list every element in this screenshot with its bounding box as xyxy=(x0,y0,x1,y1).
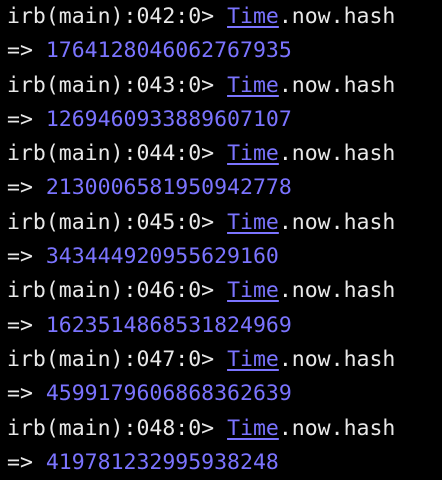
method-chain: .now.hash xyxy=(278,415,396,441)
input-line: irb(main):045:0> Time.now.hash xyxy=(7,206,442,240)
time-constant-link[interactable]: Time xyxy=(227,416,279,441)
output-line: => 2130006581950942778 xyxy=(7,171,442,205)
irb-prompt: irb(main):048:0> xyxy=(7,415,228,441)
method-chain: .now.hash xyxy=(278,209,396,235)
result-arrow: => xyxy=(7,175,46,201)
result-arrow: => xyxy=(7,312,46,338)
output-line: => 4599179606868362639 xyxy=(7,377,442,411)
input-line: irb(main):048:0> Time.now.hash xyxy=(7,412,442,446)
time-constant-link[interactable]: Time xyxy=(227,4,279,29)
result-arrow: => xyxy=(7,381,46,407)
input-line: irb(main):047:0> Time.now.hash xyxy=(7,343,442,377)
result-arrow: => xyxy=(7,244,46,270)
time-constant-link[interactable]: Time xyxy=(227,141,279,166)
output-line: => 1623514868531824969 xyxy=(7,309,442,343)
result-value: 1623514868531824969 xyxy=(45,312,292,338)
method-chain: .now.hash xyxy=(278,346,396,372)
result-arrow: => xyxy=(7,38,46,64)
result-value: 4599179606868362639 xyxy=(45,381,292,407)
result-value: 1764128046062767935 xyxy=(45,38,292,64)
irb-prompt: irb(main):046:0> xyxy=(7,278,228,304)
irb-prompt: irb(main):042:0> xyxy=(7,4,228,29)
result-arrow: => xyxy=(7,449,46,475)
result-arrow: => xyxy=(7,106,46,132)
time-constant-link[interactable]: Time xyxy=(227,73,279,98)
output-line: => 1764128046062767935 xyxy=(7,34,442,68)
output-line: => 343444920955629160 xyxy=(7,240,442,274)
terminal-window[interactable]: irb(main):042:0> Time.now.hash => 176412… xyxy=(0,0,442,475)
result-value: 419781232995938248 xyxy=(45,449,279,475)
method-chain: .now.hash xyxy=(278,72,396,98)
method-chain: .now.hash xyxy=(278,4,396,29)
input-line: irb(main):042:0> Time.now.hash xyxy=(7,0,442,34)
method-chain: .now.hash xyxy=(278,278,396,304)
irb-prompt: irb(main):044:0> xyxy=(7,141,228,167)
input-line: irb(main):044:0> Time.now.hash xyxy=(7,137,442,171)
time-constant-link[interactable]: Time xyxy=(227,278,279,303)
method-chain: .now.hash xyxy=(278,141,396,167)
result-value: 343444920955629160 xyxy=(45,244,279,270)
irb-prompt: irb(main):043:0> xyxy=(7,72,228,98)
output-line: => 1269460933889607107 xyxy=(7,103,442,137)
input-line: irb(main):043:0> Time.now.hash xyxy=(7,69,442,103)
time-constant-link[interactable]: Time xyxy=(227,210,279,235)
irb-prompt: irb(main):045:0> xyxy=(7,209,228,235)
output-line: => 419781232995938248 xyxy=(7,446,442,480)
input-line: irb(main):046:0> Time.now.hash xyxy=(7,274,442,308)
result-value: 2130006581950942778 xyxy=(45,175,292,201)
time-constant-link[interactable]: Time xyxy=(227,347,279,372)
irb-prompt: irb(main):047:0> xyxy=(7,346,228,372)
result-value: 1269460933889607107 xyxy=(45,106,292,132)
